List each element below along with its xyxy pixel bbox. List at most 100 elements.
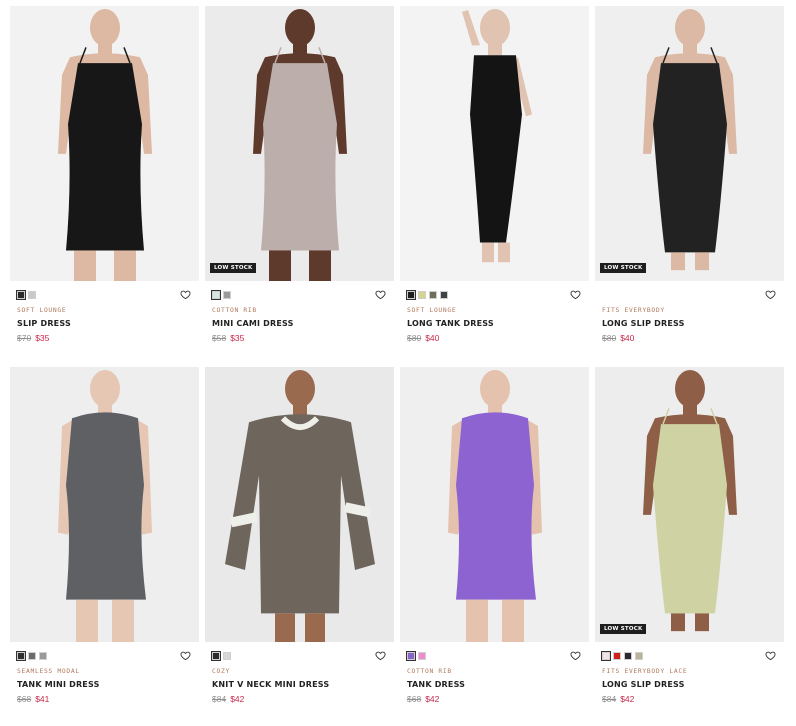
collection-label: COTTON RIB — [407, 668, 452, 675]
collection-label: COZY — [212, 668, 230, 675]
product-name[interactable]: SLIP DRESS — [17, 319, 193, 328]
heart-icon[interactable] — [180, 289, 191, 300]
product-image[interactable] — [10, 6, 199, 281]
price: $70 $35 — [17, 333, 193, 343]
product-card[interactable]: LOW STOCK FITS EVERYBODY LONG SLIP DRESS… — [595, 6, 784, 343]
color-swatch[interactable] — [635, 652, 643, 660]
original-price: $70 — [17, 333, 32, 343]
product-info: SOFT LOUNGE LONG TANK DRESS $80 $40 — [400, 281, 589, 343]
color-swatch[interactable] — [16, 651, 26, 661]
color-swatch[interactable] — [601, 651, 611, 661]
collection-label: SEAMLESS MODAL — [17, 668, 80, 675]
color-swatch[interactable] — [211, 290, 221, 300]
collection-label: COTTON RIB — [212, 307, 257, 314]
product-card[interactable]: LOW STOCK COTTON RIB MINI CAMI DRESS $58… — [205, 6, 394, 343]
product-name[interactable]: TANK DRESS — [407, 680, 583, 689]
product-card[interactable]: SOFT LOUNGE LONG TANK DRESS $80 $40 — [400, 6, 589, 343]
heart-icon[interactable] — [570, 289, 581, 300]
price: $58 $35 — [212, 333, 388, 343]
color-swatch[interactable] — [211, 651, 221, 661]
color-swatch[interactable] — [440, 291, 448, 299]
color-swatch[interactable] — [39, 652, 47, 660]
color-swatch[interactable] — [28, 652, 36, 660]
price: $84 $42 — [212, 694, 388, 704]
color-swatch[interactable] — [28, 291, 36, 299]
color-swatch[interactable] — [418, 652, 426, 660]
color-swatch[interactable] — [223, 652, 231, 660]
color-swatch[interactable] — [223, 291, 231, 299]
color-swatch[interactable] — [624, 652, 632, 660]
product-info: SOFT LOUNGE SLIP DRESS $70 $35 — [10, 281, 199, 343]
low-stock-badge: LOW STOCK — [600, 263, 647, 273]
product-info: FITS EVERYBODY LACE LONG SLIP DRESS $84 $… — [595, 642, 784, 704]
heart-icon[interactable] — [375, 650, 386, 661]
product-photo — [10, 6, 199, 281]
sale-price: $42 — [620, 694, 635, 704]
product-card[interactable]: SEAMLESS MODAL TANK MINI DRESS $68 $41 — [10, 367, 199, 704]
color-swatch[interactable] — [406, 651, 416, 661]
original-price: $68 — [17, 694, 32, 704]
original-price: $84 — [212, 694, 227, 704]
color-swatches — [211, 290, 388, 300]
low-stock-badge: LOW STOCK — [600, 624, 647, 634]
price: $80 $40 — [602, 333, 778, 343]
product-image[interactable] — [10, 367, 199, 642]
original-price: $58 — [212, 333, 227, 343]
price: $68 $41 — [17, 694, 193, 704]
product-name[interactable]: KNIT V NECK MINI DRESS — [212, 680, 388, 689]
product-image[interactable]: LOW STOCK — [595, 367, 784, 642]
collection-label: SOFT LOUNGE — [17, 307, 67, 314]
product-info: SEAMLESS MODAL TANK MINI DRESS $68 $41 — [10, 642, 199, 704]
product-photo — [400, 367, 589, 642]
product-grid: SOFT LOUNGE SLIP DRESS $70$35 LOW STOCK — [10, 6, 786, 704]
heart-icon[interactable] — [180, 650, 191, 661]
original-price: $84 — [602, 694, 617, 704]
color-swatches — [16, 651, 193, 661]
product-info: FITS EVERYBODY LONG SLIP DRESS $80 $40 — [595, 281, 784, 343]
product-image[interactable]: LOW STOCK — [205, 6, 394, 281]
original-price: $80 — [602, 333, 617, 343]
color-swatch[interactable] — [406, 290, 416, 300]
original-price: $80 — [407, 333, 422, 343]
product-photo — [205, 6, 394, 281]
product-card[interactable]: COZY KNIT V NECK MINI DRESS $84 $42 — [205, 367, 394, 704]
color-swatches — [406, 290, 583, 300]
color-swatches — [602, 291, 778, 299]
sale-price: $35 — [35, 333, 50, 343]
heart-icon[interactable] — [765, 650, 776, 661]
color-swatches — [16, 290, 193, 300]
sale-price: $41 — [35, 694, 50, 704]
color-swatch[interactable] — [418, 291, 426, 299]
heart-icon[interactable] — [570, 650, 581, 661]
product-image[interactable]: LOW STOCK — [595, 6, 784, 281]
product-photo — [10, 367, 199, 642]
product-image[interactable] — [205, 367, 394, 642]
product-name[interactable]: TANK MINI DRESS — [17, 680, 193, 689]
color-swatches — [211, 651, 388, 661]
color-swatch[interactable] — [429, 291, 437, 299]
product-name[interactable]: LONG TANK DRESS — [407, 319, 583, 328]
product-info: COTTON RIB TANK DRESS $68 $42 — [400, 642, 589, 704]
product-card[interactable]: LOW STOCK FITS EVERYBODY LACE LONG SLIP … — [595, 367, 784, 704]
heart-icon[interactable] — [375, 289, 386, 300]
sale-price: $42 — [425, 694, 440, 704]
sale-price: $42 — [230, 694, 245, 704]
color-swatches — [601, 651, 778, 661]
product-image[interactable] — [400, 6, 589, 281]
collection-label: FITS EVERYBODY — [602, 307, 665, 314]
product-image[interactable] — [400, 367, 589, 642]
heart-icon[interactable] — [765, 289, 776, 300]
original-price: $68 — [407, 694, 422, 704]
color-swatch[interactable] — [613, 652, 621, 660]
product-name[interactable]: LONG SLIP DRESS — [602, 319, 778, 328]
price: $68 $42 — [407, 694, 583, 704]
color-swatch[interactable] — [16, 290, 26, 300]
product-name[interactable]: LONG SLIP DRESS — [602, 680, 778, 689]
collection-label: SOFT LOUNGE — [407, 307, 457, 314]
price: $84 $42 — [602, 694, 778, 704]
product-name[interactable]: MINI CAMI DRESS — [212, 319, 388, 328]
product-photo — [595, 367, 784, 642]
product-card[interactable]: SOFT LOUNGE SLIP DRESS $70 $35 — [10, 6, 199, 343]
color-swatches — [406, 651, 583, 661]
product-card[interactable]: COTTON RIB TANK DRESS $68 $42 — [400, 367, 589, 704]
